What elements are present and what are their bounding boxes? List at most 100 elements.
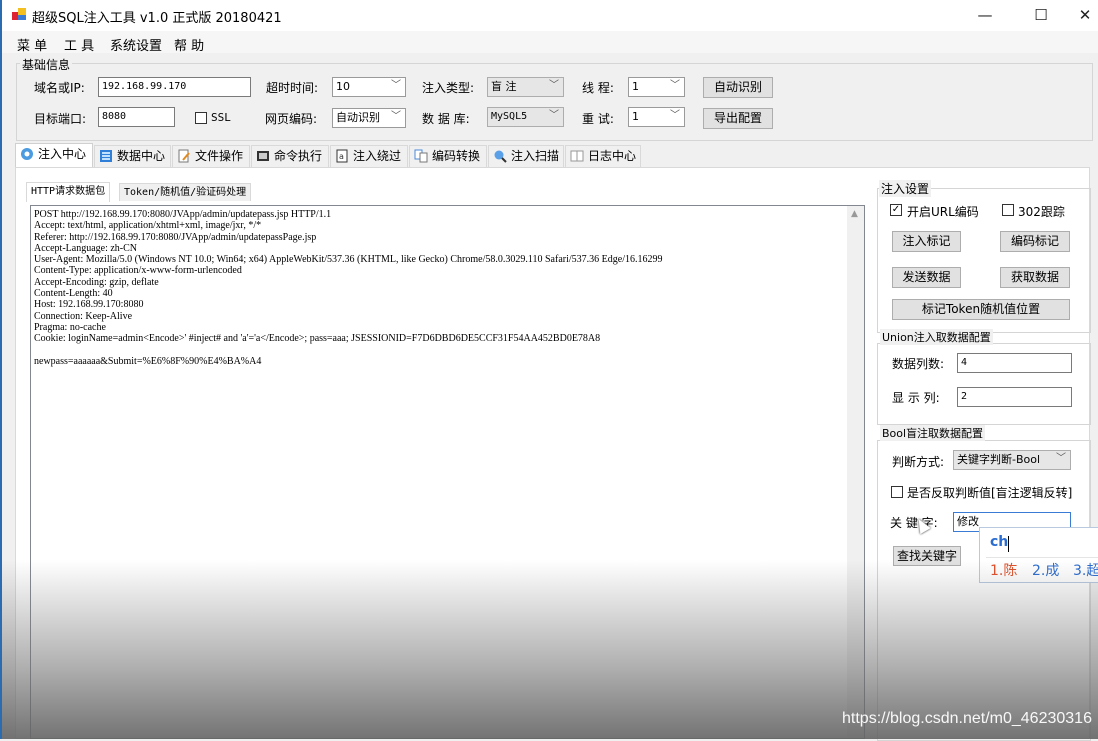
inject-mark-button[interactable]: 注入标记 — [892, 231, 961, 252]
ime-candidate[interactable]: 2.成 — [1032, 560, 1059, 580]
menu-settings[interactable]: 系统设置 — [110, 35, 162, 54]
find-keyword-button[interactable]: 查找关键字 — [893, 546, 961, 566]
chevron-down-icon: ﹀ — [549, 80, 559, 91]
encode-mark-button[interactable]: 编码标记 — [1000, 231, 1070, 252]
ime-divider — [986, 557, 1098, 558]
host-label: 域名或IP: — [34, 81, 85, 95]
menu-bar: 菜 单 工 具 系统设置 帮 助 — [2, 31, 1098, 54]
gear-icon — [21, 148, 33, 160]
menu-help[interactable]: 帮 助 — [174, 35, 204, 54]
ime-candidate[interactable]: 1.陈 — [990, 560, 1017, 580]
database-icon — [100, 150, 112, 162]
window-title: 超级SQL注入工具 v1.0 正式版 20180421 — [32, 11, 282, 26]
port-input[interactable]: 8080 — [98, 107, 175, 127]
timeout-select[interactable]: 10 ﹀ — [332, 77, 406, 97]
menu-main[interactable]: 菜 单 — [17, 35, 47, 54]
tab-inject-scan[interactable]: 注入扫描 — [488, 145, 564, 167]
threads-label: 线 程: — [582, 81, 614, 95]
bypass-icon: a — [336, 149, 348, 163]
host-input[interactable]: 192.168.99.170 — [98, 77, 251, 97]
ssl-checkbox[interactable] — [195, 112, 207, 124]
basic-info-label: 基础信息 — [20, 56, 73, 73]
inject-type-value: 盲 注 — [491, 80, 517, 93]
tab-label: 编码转换 — [432, 149, 481, 163]
minimize-button[interactable]: — — [962, 0, 1008, 31]
subtab-http-request[interactable]: HTTP请求数据包 — [26, 182, 111, 202]
redirect-label: 302跟踪 — [1018, 205, 1065, 219]
tab-label: 文件操作 — [195, 149, 244, 163]
log-icon — [570, 150, 584, 162]
chevron-down-icon: ﹀ — [670, 80, 680, 91]
tab-label: 注入扫描 — [511, 149, 560, 163]
port-label: 目标端口: — [34, 112, 87, 126]
tab-data-center[interactable]: 数据中心 — [94, 145, 171, 167]
union-config-label: Union注入取数据配置 — [880, 329, 993, 345]
ssl-label: SSL — [211, 111, 231, 124]
close-button[interactable]: ✕ — [1062, 0, 1098, 31]
export-config-button[interactable]: 导出配置 — [703, 108, 773, 129]
basic-info-group — [16, 63, 1093, 141]
tab-command-exec[interactable]: 命令执行 — [251, 145, 329, 167]
columns-input[interactable]: 4 — [957, 353, 1072, 373]
retry-value: 1 — [632, 110, 639, 123]
retry-select[interactable]: 1 ﹀ — [628, 107, 685, 127]
columns-label: 数据列数: — [892, 357, 945, 371]
settings-panel: 注入设置 ✓ 开启URL编码 302跟踪 注入标记 编码标记 发送数据 获取数据… — [875, 177, 1091, 741]
method-select[interactable]: 关键字判断-Bool ﹀ — [953, 450, 1071, 470]
chevron-down-icon: ﹀ — [1056, 453, 1066, 464]
file-edit-icon — [178, 149, 190, 163]
encoding-select[interactable]: 自动识别 ﹀ — [332, 108, 406, 128]
threads-select[interactable]: 1 ﹀ — [628, 77, 685, 97]
bool-config-label: Bool盲注取数据配置 — [880, 425, 986, 441]
ime-candidate-popup: ch 1.陈 2.成 3.超 — [979, 527, 1098, 583]
redirect-checkbox[interactable] — [1002, 204, 1014, 216]
tab-label: 命令执行 — [274, 149, 323, 163]
timeout-label: 超时时间: — [266, 81, 319, 95]
inject-type-label: 注入类型: — [422, 81, 475, 95]
tab-label: 注入中心 — [38, 147, 87, 161]
title-bar: 超级SQL注入工具 v1.0 正式版 20180421 — ☐ ✕ — [2, 0, 1098, 31]
send-data-button[interactable]: 发送数据 — [892, 267, 961, 288]
url-encode-label: 开启URL编码 — [907, 205, 979, 219]
tab-inject-bypass[interactable]: a 注入绕过 — [330, 145, 408, 167]
inject-settings-label: 注入设置 — [879, 180, 932, 197]
invert-checkbox[interactable] — [891, 486, 903, 498]
encoding-label: 网页编码: — [265, 112, 318, 126]
editor-scrollbar[interactable]: ▲ — [847, 206, 864, 738]
timeout-value: 10 — [336, 80, 350, 93]
svg-text:a: a — [339, 152, 344, 161]
invert-label: 是否反取判断值[盲注逻辑反转] — [907, 486, 1073, 500]
scroll-up-icon[interactable]: ▲ — [851, 209, 858, 219]
tab-inject-center[interactable]: 注入中心 — [15, 143, 93, 167]
watermark: https://blog.csdn.net/m0_46230316 — [842, 710, 1092, 727]
ime-caret — [1008, 536, 1009, 552]
url-encode-checkbox[interactable]: ✓ — [890, 204, 902, 216]
subtab-token-handling[interactable]: Token/随机值/验证码处理 — [119, 183, 252, 201]
menu-tools[interactable]: 工 具 — [64, 35, 94, 54]
request-editor[interactable]: POST http://192.168.99.170:8080/JVApp/ad… — [30, 205, 865, 739]
inject-type-select[interactable]: 盲 注 ﹀ — [487, 77, 564, 97]
maximize-button[interactable]: ☐ — [1018, 0, 1064, 31]
chevron-down-icon: ﹀ — [549, 110, 559, 121]
get-data-button[interactable]: 获取数据 — [1000, 267, 1070, 288]
tab-label: 日志中心 — [588, 149, 637, 163]
database-select[interactable]: MySQL5 ﹀ — [487, 107, 564, 127]
tab-encode-convert[interactable]: 编码转换 — [409, 145, 487, 167]
database-value: MySQL5 — [491, 111, 528, 122]
ime-pinyin: ch — [990, 534, 1009, 550]
token-mark-button[interactable]: 标记Token随机值位置 — [892, 299, 1070, 320]
request-text[interactable]: POST http://192.168.99.170:8080/JVApp/ad… — [34, 209, 844, 367]
method-label: 判断方式: — [892, 455, 945, 469]
display-column-input[interactable]: 2 — [957, 387, 1072, 407]
display-column-label: 显 示 列: — [892, 391, 940, 405]
encode-icon — [414, 149, 428, 163]
database-label: 数 据 库: — [422, 112, 470, 126]
tab-file-ops[interactable]: 文件操作 — [172, 145, 250, 167]
ime-candidate[interactable]: 3.超 — [1073, 560, 1098, 580]
auto-detect-button[interactable]: 自动识别 — [703, 77, 773, 98]
tab-label: 数据中心 — [117, 149, 166, 163]
terminal-icon — [257, 151, 269, 161]
tab-log-center[interactable]: 日志中心 — [565, 145, 641, 167]
chevron-down-icon: ﹀ — [670, 110, 680, 121]
scan-icon — [494, 150, 507, 163]
